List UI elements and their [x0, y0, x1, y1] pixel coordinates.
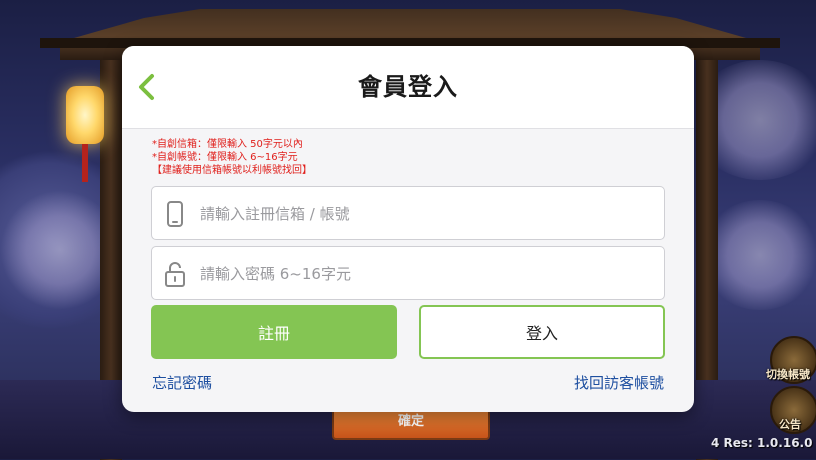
notice-label: 公告	[779, 418, 801, 431]
dialog-header: 會員登入	[122, 46, 694, 129]
note-account-rule: *自創帳號：僅限輸入 6~16字元	[152, 152, 298, 163]
note-email-rule: *自創信箱：僅限輸入 50字元以內	[152, 139, 303, 150]
forgot-password-link[interactable]: 忘記密碼	[152, 372, 212, 393]
switch-account-label: 切換帳號	[766, 368, 810, 381]
dialog-title: 會員登入	[358, 73, 458, 101]
lantern-icon	[66, 86, 104, 144]
login-button[interactable]: 登入	[419, 305, 665, 359]
input-rules-notes: *自創信箱：僅限輸入 50字元以內 *自創帳號：僅限輸入 6~16字元 【建議使…	[152, 138, 312, 177]
password-field[interactable]	[151, 246, 665, 301]
lock-icon	[165, 262, 185, 287]
lantern-tassel	[82, 144, 88, 182]
version-text: 4 Res: 1.0.16.0	[711, 436, 813, 450]
phone-icon	[167, 201, 183, 227]
note-recommendation: 【建議使用信箱帳號以利帳號找回】	[152, 165, 312, 176]
chevron-left-icon[interactable]	[134, 72, 160, 102]
account-input[interactable]	[198, 187, 642, 241]
register-button[interactable]: 註冊	[151, 305, 397, 359]
recover-guest-account-link[interactable]: 找回訪客帳號	[574, 372, 664, 393]
password-input[interactable]	[198, 247, 642, 301]
account-field[interactable]	[151, 186, 665, 241]
confirm-button-behind: 確定	[332, 408, 490, 440]
login-dialog: 會員登入 *自創信箱：僅限輸入 50字元以內 *自創帳號：僅限輸入 6~16字元…	[122, 46, 694, 412]
